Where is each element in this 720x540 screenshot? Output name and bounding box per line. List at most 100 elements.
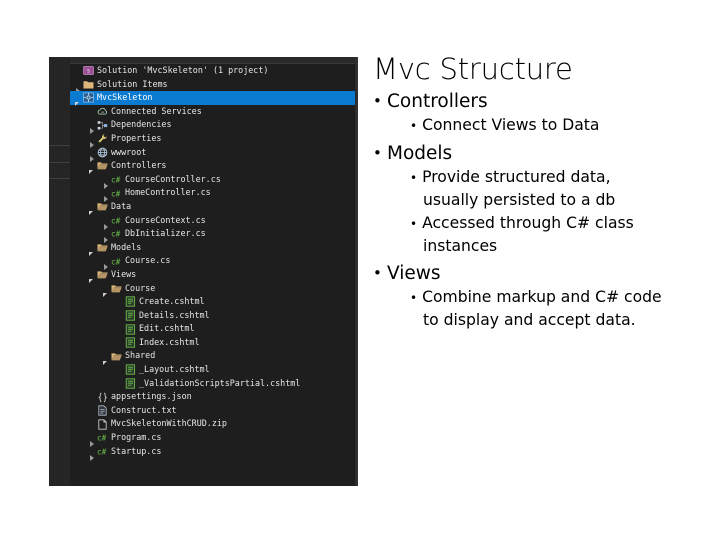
tree-item[interactable]: c# Startup.cs — [70, 445, 355, 461]
tree-item[interactable]: Data — [70, 200, 355, 216]
tree-item[interactable]: Create.cshtml — [70, 295, 355, 309]
bullet-glyph: • — [410, 119, 418, 133]
slide-content: Mvc Structure • Controllers • Connect Views… — [373, 52, 663, 332]
tree-item[interactable]: Shared — [70, 349, 355, 365]
solution-explorer-left-gutter — [49, 57, 70, 486]
cshtml-icon — [125, 310, 136, 321]
bullet-glyph: • — [373, 143, 382, 162]
tree-item-label: Program.cs — [111, 432, 162, 443]
svg-text:c#: c# — [111, 175, 121, 184]
bullet-level-1: • Models — [373, 141, 663, 166]
wrench-icon — [97, 133, 108, 144]
tree-item[interactable]: MvcSkeletonWithCRUD.zip — [70, 417, 355, 431]
tree-item-label: MvcSkeleton — [97, 92, 153, 103]
tree-item[interactable]: Edit.cshtml — [70, 322, 355, 336]
page-title: Mvc Structure — [373, 52, 573, 86]
csharp-icon: c# — [97, 446, 108, 457]
tree-item[interactable]: Properties — [70, 132, 355, 148]
bullet-glyph: • — [410, 170, 418, 185]
gutter-divider — [49, 162, 70, 163]
tree-item-label: Startup.cs — [111, 445, 162, 456]
tree-item[interactable]: c# CourseController.cs — [70, 173, 355, 189]
folder-open-icon — [97, 269, 108, 280]
tree-item-selected[interactable]: MvcSkeleton — [70, 91, 355, 107]
tree-item[interactable]: Index.cshtml — [70, 336, 355, 350]
tree-item-label: wwwroot — [111, 146, 147, 157]
bullet-glyph: • — [410, 290, 418, 305]
csharp-icon: c# — [111, 188, 122, 199]
solution-explorer-tree[interactable]: S Solution 'MvcSkeleton' (1 project) Solut… — [70, 64, 355, 486]
tree-item[interactable]: Construct.txt — [70, 404, 355, 418]
cshtml-icon — [125, 337, 136, 348]
tree-item-label: DbInitializer.cs — [125, 228, 206, 239]
cshtml-icon — [125, 296, 136, 308]
tree-item-label: MvcSkeletonWithCRUD.zip — [111, 418, 227, 429]
bullet-text: Provide structured data, usually persist… — [422, 167, 616, 210]
tree-item-label: Models — [111, 241, 142, 252]
panel-right-edge — [355, 57, 358, 486]
bullet-level-2: • Provide structured data, usually persis… — [373, 166, 663, 212]
tree-item[interactable]: c# Program.cs — [70, 431, 355, 448]
tree-item[interactable]: appsettings.json — [70, 390, 355, 404]
bullet-text: Models — [387, 142, 453, 164]
bullet-glyph: • — [373, 92, 382, 110]
text-file-icon — [97, 405, 108, 416]
csharp-icon: c# — [97, 432, 108, 443]
cshtml-icon — [125, 323, 136, 335]
tree-item[interactable]: c# DbInitializer.cs — [70, 227, 355, 244]
csharp-icon: c# — [111, 215, 122, 226]
dependencies-icon — [97, 120, 108, 131]
cshtml-icon — [125, 364, 136, 375]
globe-icon — [97, 147, 108, 158]
tree-item-label: appsettings.json — [111, 391, 192, 402]
tree-item-label: Index.cshtml — [139, 336, 200, 347]
svg-text:c#: c# — [111, 189, 121, 198]
svg-text:c#: c# — [111, 216, 121, 225]
tree-item[interactable]: Connected Services — [70, 105, 355, 119]
tree-item-label: Shared — [125, 350, 156, 361]
bullet-glyph: • — [373, 263, 382, 282]
solution-explorer-screenshot: S Solution 'MvcSkeleton' (1 project) Solut… — [49, 57, 358, 486]
bullet-text: Accessed through C# class instances — [422, 213, 634, 256]
csharp-icon: c# — [111, 228, 122, 239]
bullet-text: Connect Views to Data — [422, 116, 600, 134]
solution-icon: S — [83, 65, 94, 76]
tree-item[interactable]: Dependencies — [70, 118, 355, 135]
tree-item[interactable]: S Solution 'MvcSkeleton' (1 project) — [70, 64, 355, 78]
tree-item[interactable]: Course — [70, 282, 355, 297]
tree-item[interactable]: Details.cshtml — [70, 309, 355, 323]
tree-item-label: Create.cshtml — [139, 296, 205, 307]
csharp-icon: c# — [111, 256, 122, 267]
bullet-level-2: • Combine markup and C# code to display a… — [373, 286, 663, 332]
tree-item-label: _Layout.cshtml — [139, 364, 210, 375]
tree-item-label: CourseController.cs — [125, 173, 221, 184]
tree-item[interactable]: Models — [70, 241, 355, 256]
csharp-icon: c# — [111, 174, 122, 185]
zip-file-icon — [97, 419, 108, 430]
tree-item[interactable]: c# CourseContext.cs — [70, 214, 355, 230]
tree-item[interactable]: Views — [70, 268, 355, 284]
svg-text:c#: c# — [97, 434, 107, 443]
tree-item-label: Dependencies — [111, 119, 172, 130]
folder-open-icon — [97, 242, 108, 253]
tree-item[interactable]: c# HomeController.cs — [70, 186, 355, 203]
tree-item[interactable]: _Layout.cshtml — [70, 363, 355, 377]
tree-item-label: Solution 'MvcSkeleton' (1 project) — [97, 65, 269, 75]
bullet-text: Combine markup and C# code to display an… — [422, 287, 662, 330]
svg-text:c#: c# — [97, 447, 107, 456]
folder-open-icon — [97, 201, 108, 212]
folder-open-icon — [111, 283, 122, 294]
tree-item[interactable]: _ValidationScriptsPartial.cshtml — [70, 377, 355, 391]
tree-item-label: _ValidationScriptsPartial.cshtml — [139, 377, 301, 388]
gutter-divider — [49, 145, 70, 146]
connected-services-icon — [97, 106, 108, 117]
tree-item-label: HomeController.cs — [125, 187, 211, 198]
tree-item[interactable]: Controllers — [70, 159, 355, 175]
tree-item[interactable]: wwwroot — [70, 146, 355, 162]
folder-open-icon — [111, 351, 122, 362]
tree-item-label: Data — [111, 200, 132, 211]
tree-item-label: Details.cshtml — [139, 309, 210, 320]
cshtml-icon — [125, 378, 136, 389]
tree-item[interactable]: c# Course.cs — [70, 254, 355, 271]
tree-item[interactable]: Solution Items — [70, 78, 355, 94]
